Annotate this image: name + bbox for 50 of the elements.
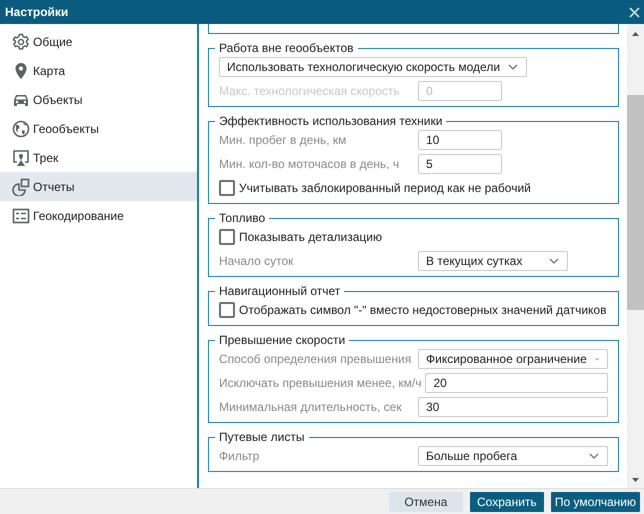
chevron-down-icon bbox=[589, 453, 599, 459]
group-title: Превышение скорости bbox=[215, 333, 350, 348]
scrollbar-thumb[interactable] bbox=[627, 95, 644, 310]
sidebar-item[interactable]: Общие bbox=[0, 27, 197, 56]
dropdown[interactable]: Использовать технологическую скорость модели bbox=[219, 57, 528, 77]
field-label: Фильтр bbox=[219, 449, 260, 463]
group-title: Путевые листы bbox=[215, 430, 308, 445]
sidebar-item[interactable]: Объекты bbox=[0, 85, 197, 114]
action-button[interactable]: По умолчанию bbox=[550, 492, 640, 512]
chevron-down-icon bbox=[508, 64, 518, 70]
scroll-up-icon[interactable] bbox=[632, 32, 639, 36]
chevron-down-icon bbox=[549, 258, 559, 264]
checkbox-option[interactable]: Учитывать заблокированный период как не рабочий bbox=[219, 180, 531, 196]
sidebar-item[interactable]: Геокодирование bbox=[0, 201, 197, 230]
field-label: Мин. пробег в день, км bbox=[219, 133, 348, 147]
chart-icon bbox=[12, 178, 30, 196]
close-icon[interactable] bbox=[629, 6, 640, 18]
scrollbar[interactable] bbox=[627, 24, 644, 488]
window-title: Настройки bbox=[5, 5, 68, 19]
field-label: Минимальная длительность, сек bbox=[219, 400, 403, 414]
scroll-down-icon[interactable] bbox=[632, 478, 639, 482]
checkbox-option[interactable]: Показывать детализацию bbox=[219, 229, 382, 245]
input-field[interactable]: 30 bbox=[418, 397, 608, 417]
checkbox-option[interactable]: Отображать символ "-" вместо недостоверных значений датчиков bbox=[219, 302, 606, 318]
field-label: Начало суток bbox=[219, 254, 294, 268]
sidebar-item[interactable]: Трек bbox=[0, 143, 197, 172]
group-title: Эффективность использования техники bbox=[215, 114, 446, 129]
cancel-button[interactable]: Отмена bbox=[388, 492, 463, 512]
sidebar-item[interactable]: Отчеты bbox=[0, 172, 197, 201]
field-label: Исключать превышения менее, км/ч bbox=[219, 376, 422, 390]
globe-icon bbox=[12, 120, 30, 138]
group-title: Навигационный отчет bbox=[215, 284, 344, 299]
action-button[interactable]: Сохранить bbox=[470, 492, 544, 512]
input-field[interactable]: 5 bbox=[418, 154, 502, 174]
field-label: Способ определения превышения bbox=[219, 352, 412, 366]
dropdown[interactable]: Больше пробега bbox=[418, 446, 608, 466]
chevron-down-icon bbox=[594, 356, 599, 362]
input-field[interactable]: 10 bbox=[418, 130, 502, 150]
dropdown[interactable]: Фиксированное ограничение bbox=[418, 349, 608, 369]
monitor-pin-icon bbox=[12, 148, 30, 166]
sidebar-item[interactable]: Геообъекты bbox=[0, 114, 197, 143]
checkbox[interactable] bbox=[219, 229, 235, 245]
sidebar-item[interactable]: Карта bbox=[0, 56, 197, 85]
input-field[interactable]: 20 bbox=[425, 373, 608, 393]
field-label: Мин. кол-во моточасов в день, ч bbox=[219, 157, 400, 171]
gear-icon bbox=[12, 32, 30, 50]
checkbox[interactable] bbox=[219, 180, 235, 196]
form-icon bbox=[12, 206, 30, 224]
checkbox[interactable] bbox=[219, 302, 235, 318]
dropdown[interactable]: В текущих сутках bbox=[418, 251, 568, 271]
